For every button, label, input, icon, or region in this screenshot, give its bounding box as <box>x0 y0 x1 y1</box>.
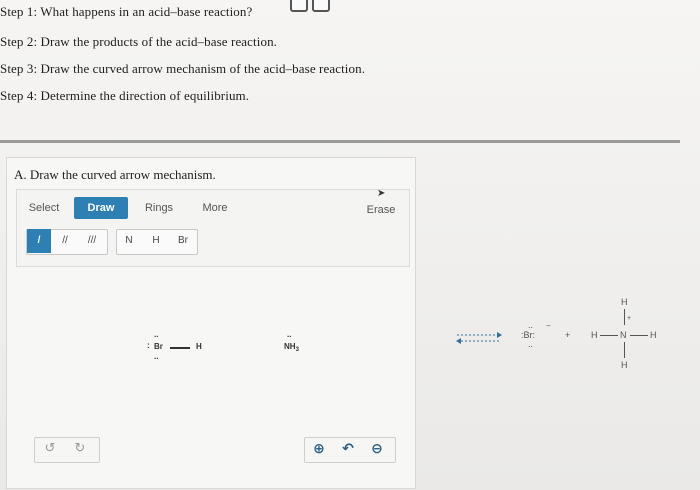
step-4: Step 4: Determine the direction of equil… <box>0 88 250 103</box>
ammonium-h-top: H <box>621 297 628 307</box>
n-h-bond-left <box>600 335 618 336</box>
equilibrium-arrows-icon <box>456 332 502 344</box>
ammonium-h-right: H <box>650 330 657 340</box>
double-bond-tool[interactable]: // <box>53 229 77 253</box>
nh3-label: NH <box>284 342 296 351</box>
step-1: Step 1: What happens in an acid–base rea… <box>0 4 253 19</box>
triple-bond-tool[interactable]: /// <box>79 229 105 253</box>
cursor-icon: ➤ <box>377 188 386 199</box>
redo-icon[interactable]: ↻ <box>68 437 92 461</box>
step-2: Step 2: Draw the products of the acid–ba… <box>0 34 278 49</box>
tab-more[interactable]: More <box>196 197 234 219</box>
h-br-bond[interactable] <box>170 347 190 349</box>
window-icon <box>312 0 330 12</box>
erase-button[interactable]: Erase <box>362 199 400 221</box>
zoom-out-icon[interactable]: ⊖ <box>364 437 390 461</box>
bromide-charge: − <box>546 321 551 330</box>
atom-tool-n[interactable]: N <box>117 229 141 253</box>
n-h-bond-right <box>630 335 648 336</box>
window-icon <box>290 0 308 12</box>
br-lone-pair-top: .. <box>154 330 159 339</box>
h-atom[interactable]: H <box>196 342 202 351</box>
ammonium-h-bottom: H <box>621 360 628 370</box>
question-title: A. Draw the curved arrow mechanism. <box>14 167 216 182</box>
ammonium-h-left: H <box>591 330 598 340</box>
nh3-subscript: 3 <box>295 347 299 353</box>
tab-draw[interactable]: Draw <box>74 197 128 219</box>
reset-icon[interactable]: ↶ <box>335 437 361 461</box>
n-lone-pair: .. <box>287 330 292 339</box>
nh3-molecule[interactable]: NH3 <box>284 342 299 353</box>
atom-tool-h[interactable]: H <box>144 229 168 253</box>
zoom-in-icon[interactable]: ⊕ <box>306 437 332 461</box>
step-3: Step 3: Draw the curved arrow mechanism … <box>0 61 366 76</box>
section-divider <box>0 140 680 143</box>
tab-select[interactable]: Select <box>24 197 64 219</box>
atom-tool-br[interactable]: Br <box>170 229 196 253</box>
bromide-lone-pair-top: .. <box>528 320 534 330</box>
br-lone-pair-left: : <box>147 341 150 350</box>
tab-rings[interactable]: Rings <box>140 197 178 219</box>
br-lone-pair-bottom: .. <box>154 352 159 361</box>
bromide-lone-pair-bottom: .. <box>528 339 534 349</box>
n-h-bond-bottom <box>624 342 625 358</box>
n-h-bond-top <box>624 309 625 325</box>
plus-sign: + <box>565 330 571 340</box>
br-atom[interactable]: Br <box>154 342 163 351</box>
ammonium-charge: + <box>627 315 632 322</box>
ammonium-n: N <box>620 330 627 340</box>
single-bond-tool[interactable]: / <box>27 229 51 253</box>
undo-icon[interactable]: ↺ <box>38 437 62 461</box>
